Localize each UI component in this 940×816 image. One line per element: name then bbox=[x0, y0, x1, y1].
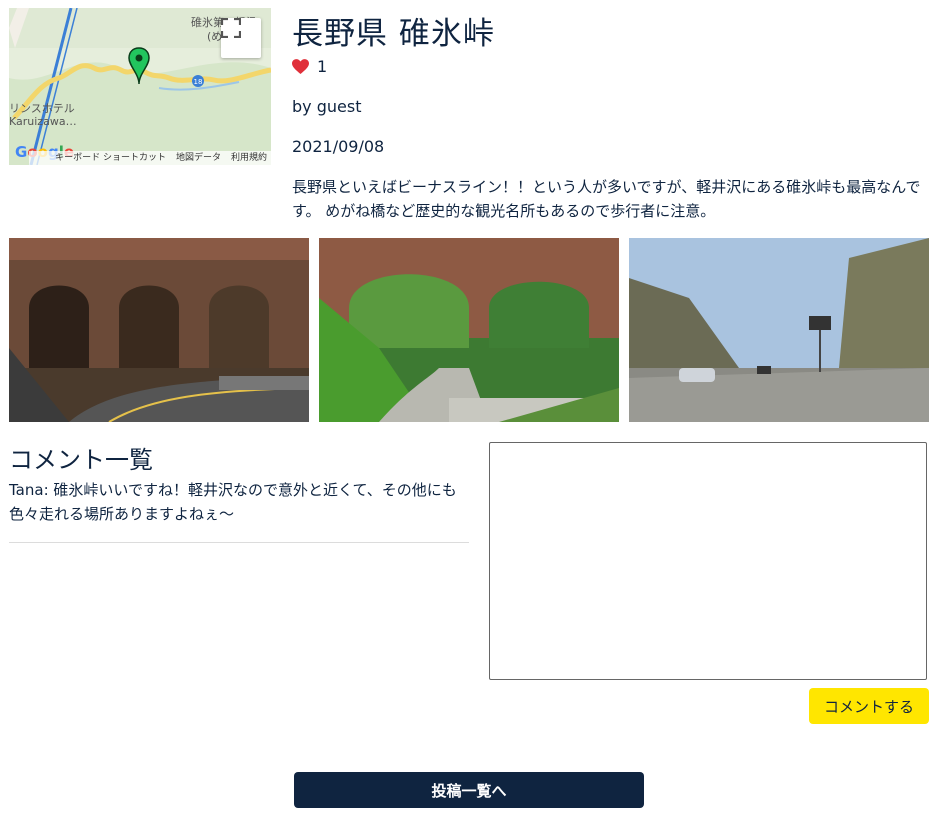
map-keyboard-shortcuts-link[interactable]: キーボード ショートカット bbox=[55, 151, 166, 165]
post-date: 2021/09/08 bbox=[292, 137, 385, 156]
like-row[interactable]: 1 bbox=[292, 57, 327, 76]
post-body: 長野県といえばビーナスライン！！という人が多いですが、軽井沢にある碓氷峠も最高な… bbox=[292, 178, 921, 220]
map-data-link[interactable]: 地図データ bbox=[176, 151, 221, 165]
fullscreen-button[interactable] bbox=[221, 18, 261, 58]
comment-textarea[interactable] bbox=[489, 442, 927, 680]
photo-bridge-park bbox=[319, 238, 619, 422]
map-label-karuizawa: Karuizawa… bbox=[9, 115, 77, 128]
post-author: by guest bbox=[292, 97, 362, 116]
photo-road-pass bbox=[629, 238, 929, 422]
back-to-posts-button[interactable]: 投稿一覧へ bbox=[294, 772, 644, 808]
map-footer: キーボード ショートカット 地図データ 利用規約 bbox=[29, 151, 271, 165]
submit-comment-button[interactable]: コメントする bbox=[809, 688, 929, 724]
like-count: 1 bbox=[317, 57, 328, 76]
svg-text:18: 18 bbox=[194, 78, 203, 86]
map-marker-icon[interactable] bbox=[128, 46, 150, 86]
fullscreen-icon bbox=[221, 18, 241, 38]
post-photo[interactable] bbox=[629, 238, 929, 422]
post-photo[interactable] bbox=[319, 238, 619, 422]
photo-bridge-road bbox=[9, 238, 309, 422]
map-label-hotel: リンスホテル bbox=[9, 102, 75, 115]
heart-icon[interactable] bbox=[292, 59, 309, 74]
post-photo[interactable] bbox=[9, 238, 309, 422]
map[interactable]: 18 碓氷第三橋梁 (めがね橋) リンスホテル Karuizawa… Googl… bbox=[9, 8, 271, 165]
map-terms-link[interactable]: 利用規約 bbox=[231, 151, 267, 165]
comments-title: コメント一覧 bbox=[9, 446, 153, 474]
post-title: 長野県 碓氷峠 bbox=[292, 16, 495, 52]
comment-item: Tana: 碓氷峠いいですね！軽井沢なので意外と近くて、その他にも色々走れる場所… bbox=[9, 478, 469, 543]
